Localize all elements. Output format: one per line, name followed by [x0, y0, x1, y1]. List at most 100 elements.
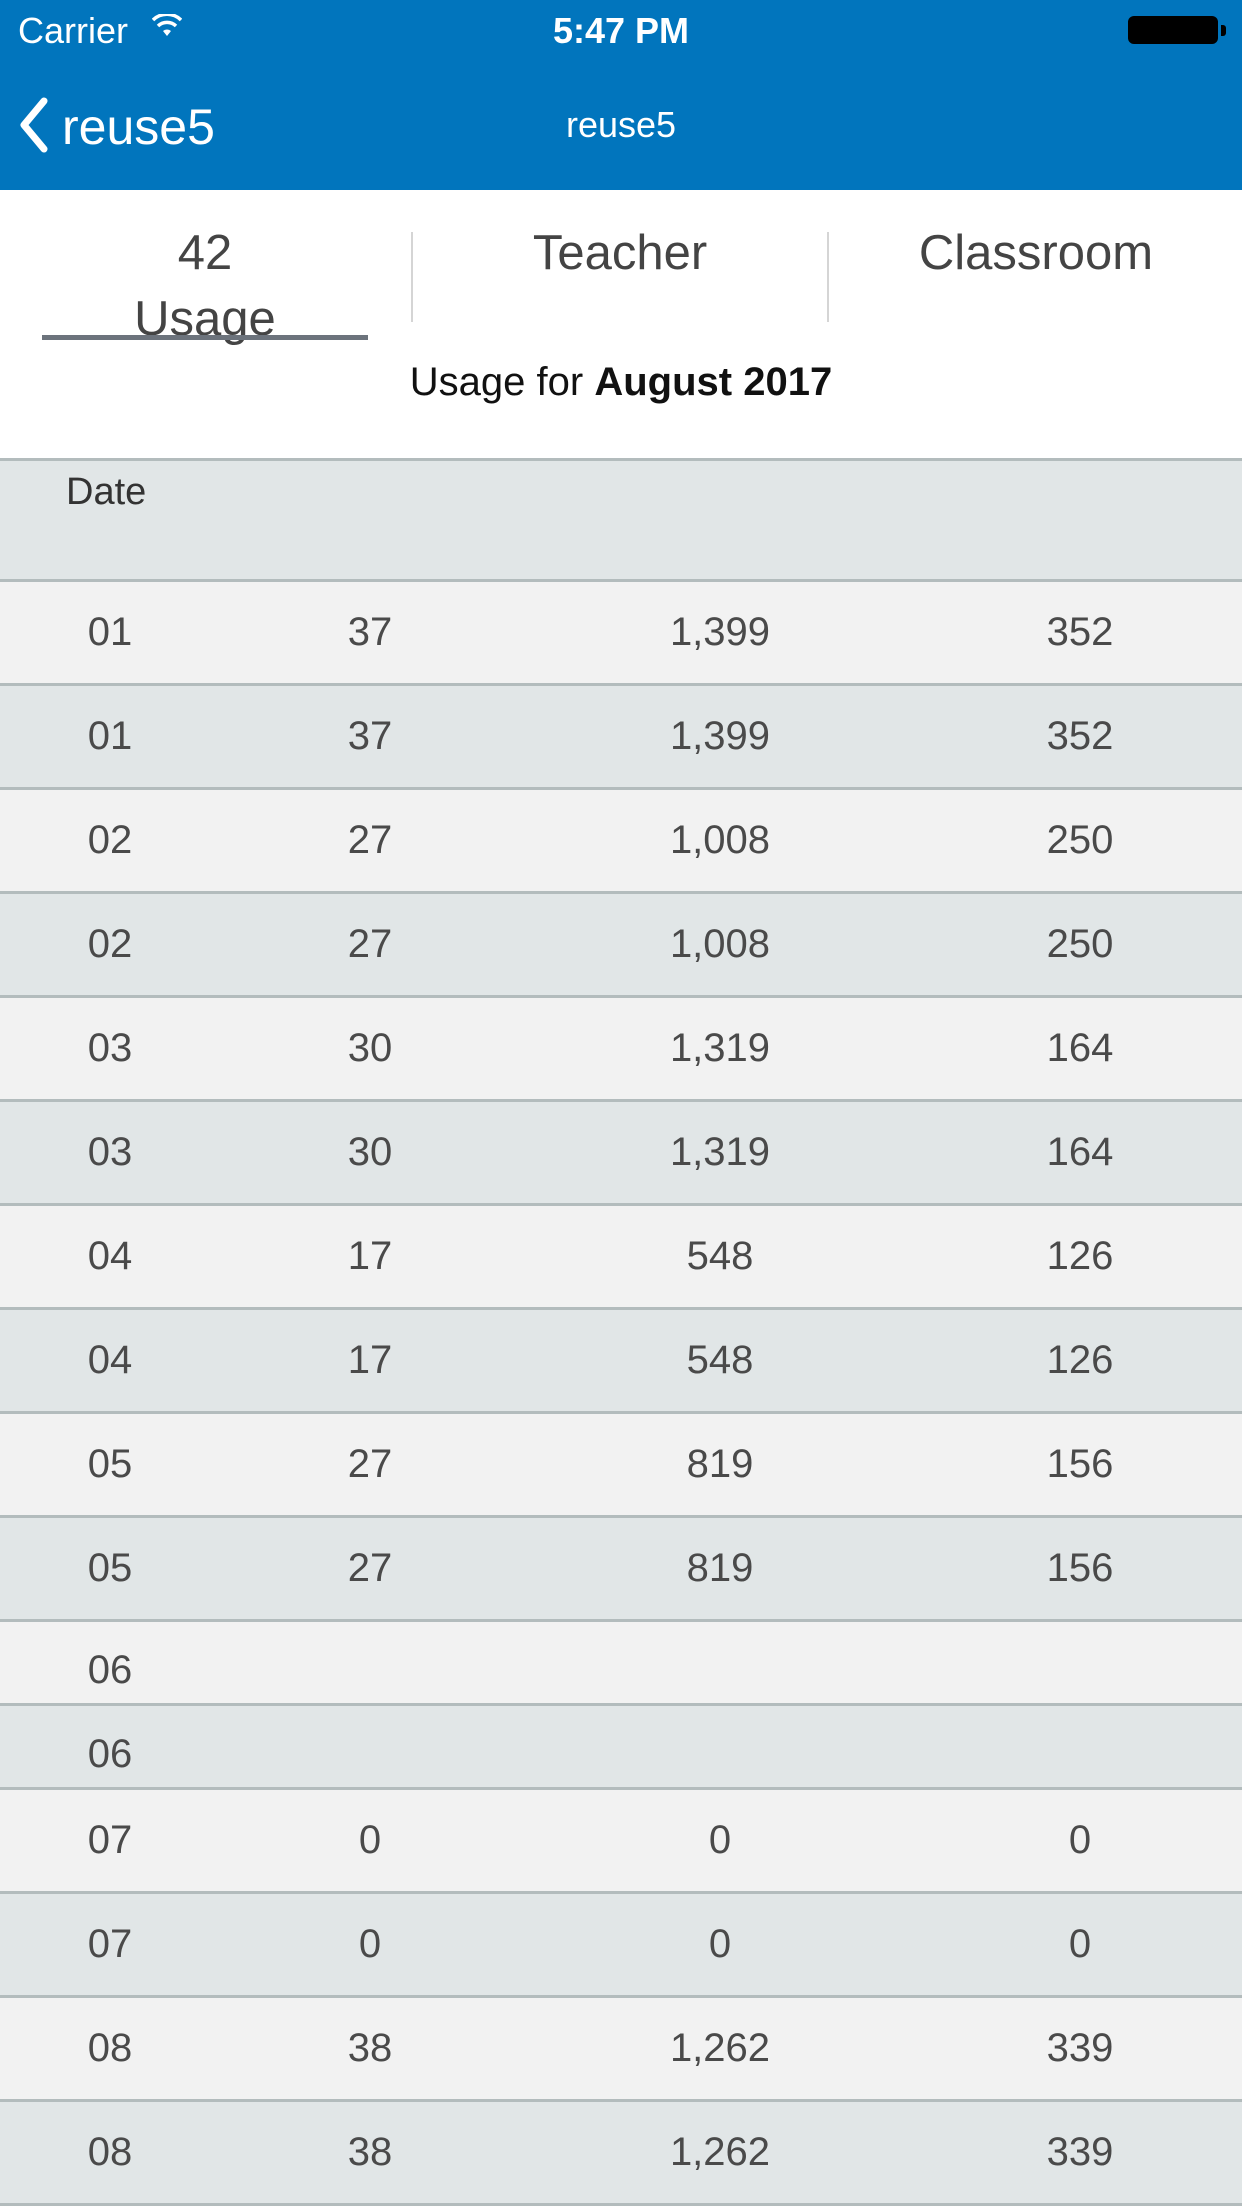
status-bar: Carrier 5:47 PM	[0, 0, 1242, 60]
table-row[interactable]: 07 0 0 0	[0, 1790, 1242, 1894]
cell-date: 05	[87, 1546, 133, 1590]
subtitle-period: August 2017	[594, 360, 833, 404]
table-row[interactable]: 04 17 548 126	[0, 1206, 1242, 1310]
cell-value-2: 1,319	[669, 1130, 771, 1174]
cell-value-1: 27	[347, 818, 393, 862]
battery-icon	[1128, 16, 1226, 44]
usage-count: 42	[177, 226, 233, 280]
cell-value-1: 0	[358, 1922, 382, 1966]
tab-usage-label: Usage	[134, 292, 276, 346]
cell-date: 08	[87, 2026, 133, 2070]
column-header-date: Date	[66, 471, 147, 513]
cell-value-3: 352	[1046, 610, 1114, 654]
page-title: reuse5	[565, 104, 677, 145]
cell-value-1: 30	[347, 1130, 393, 1174]
cell-date: 04	[87, 1338, 133, 1382]
cell-value-3: 156	[1046, 1546, 1114, 1590]
cell-value-3: 250	[1046, 818, 1114, 862]
cell-date: 05	[87, 1442, 133, 1486]
cell-value-2: 819	[686, 1442, 754, 1486]
cell-value-2: 0	[708, 1818, 732, 1862]
cell-value-2: 1,008	[669, 818, 771, 862]
cell-date: 01	[87, 610, 133, 654]
table-row[interactable]: 08 38 1,262 339	[0, 1998, 1242, 2102]
table-header: Date	[0, 458, 1242, 582]
cell-value-2: 1,399	[669, 714, 771, 758]
cell-value-1: 27	[347, 1546, 393, 1590]
cell-value-2: 1,399	[669, 610, 771, 654]
cell-date: 02	[87, 922, 133, 966]
cell-value-3: 0	[1068, 1818, 1092, 1862]
cell-date: 03	[87, 1130, 133, 1174]
table-body: 01 37 1,399 352 01 37 1,399 352 02 27 1,008 250 02 27…	[0, 582, 1242, 2206]
table-row[interactable]: 02 27 1,008 250	[0, 790, 1242, 894]
cell-date: 08	[87, 2130, 133, 2174]
cell-value-1: 17	[347, 1338, 393, 1382]
cell-value-1: 37	[347, 714, 393, 758]
cell-date: 01	[87, 714, 133, 758]
cell-value-1: 38	[347, 2130, 393, 2174]
cell-value-2: 548	[686, 1234, 754, 1278]
cell-value-2	[620, 1706, 820, 1787]
status-time: 5:47 PM	[552, 10, 690, 51]
table-row[interactable]: 05 27 819 156	[0, 1414, 1242, 1518]
cell-value-2: 819	[686, 1546, 754, 1590]
selected-tab-indicator	[42, 335, 368, 340]
table-row[interactable]: 03 30 1,319 164	[0, 998, 1242, 1102]
cell-value-3: 339	[1046, 2026, 1114, 2070]
cell-value-1: 27	[347, 922, 393, 966]
cell-value-2: 0	[708, 1922, 732, 1966]
cell-value-3: 156	[1046, 1442, 1114, 1486]
cell-value-3: 0	[1068, 1922, 1092, 1966]
cell-value-1: 17	[347, 1234, 393, 1278]
table-row[interactable]: 08 38 1,262 339	[0, 2102, 1242, 2206]
cell-value-3: 352	[1046, 714, 1114, 758]
cell-value-1: 30	[347, 1026, 393, 1070]
table-row[interactable]: 05 27 819 156	[0, 1518, 1242, 1622]
table-row[interactable]: 04 17 548 126	[0, 1310, 1242, 1414]
cell-date: 02	[87, 818, 133, 862]
cell-date: 03	[87, 1026, 133, 1070]
cell-value-1: 0	[358, 1818, 382, 1862]
cell-value-3	[980, 1622, 1180, 1703]
cell-date: 06	[87, 1648, 133, 1692]
cell-value-3	[980, 1706, 1180, 1787]
table-row[interactable]: 01 37 1,399 352	[0, 582, 1242, 686]
cell-value-3: 164	[1046, 1026, 1114, 1070]
cell-value-2	[620, 1622, 820, 1703]
segmented-tabs: 42 Usage Teacher Classroom	[0, 190, 1242, 346]
table-row[interactable]: 06	[0, 1706, 1242, 1790]
cell-value-1: 27	[347, 1442, 393, 1486]
table-row[interactable]: 01 37 1,399 352	[0, 686, 1242, 790]
tab-usage[interactable]: 42 Usage	[42, 190, 368, 346]
cell-value-2: 1,008	[669, 922, 771, 966]
tab-teacher[interactable]: Teacher	[413, 190, 827, 340]
cell-value-3: 339	[1046, 2130, 1114, 2174]
cell-value-2: 1,262	[669, 2026, 771, 2070]
cell-value-2: 1,319	[669, 1026, 771, 1070]
cell-value-1	[290, 1706, 450, 1787]
cell-value-3: 126	[1046, 1234, 1114, 1278]
cell-date: 07	[87, 1818, 133, 1862]
tab-teacher-label: Teacher	[532, 226, 708, 280]
usage-period-heading: Usage for August 2017	[0, 360, 1242, 405]
cell-value-2: 548	[686, 1338, 754, 1382]
table-row[interactable]: 02 27 1,008 250	[0, 894, 1242, 998]
cell-value-1: 38	[347, 2026, 393, 2070]
cell-value-2: 1,262	[669, 2130, 771, 2174]
cell-value-1: 37	[347, 610, 393, 654]
cell-value-1	[290, 1622, 450, 1703]
cell-value-3: 164	[1046, 1130, 1114, 1174]
table-row[interactable]: 03 30 1,319 164	[0, 1102, 1242, 1206]
subtitle-prefix: Usage for	[409, 360, 584, 404]
cell-value-3: 250	[1046, 922, 1114, 966]
usage-table: Date 01 37 1,399 352 01 37 1,399 352 02 27 1,008 25…	[0, 458, 1242, 2206]
table-row[interactable]: 07 0 0 0	[0, 1894, 1242, 1998]
table-row[interactable]: 06	[0, 1622, 1242, 1706]
cell-date: 04	[87, 1234, 133, 1278]
cell-value-3: 126	[1046, 1338, 1114, 1382]
nav-bar: Carrier 5:47 PM reuse5 reuse5	[0, 0, 1242, 190]
tab-classroom-label: Classroom	[918, 226, 1154, 280]
tab-divider	[827, 232, 829, 322]
tab-classroom[interactable]: Classroom	[830, 190, 1242, 340]
